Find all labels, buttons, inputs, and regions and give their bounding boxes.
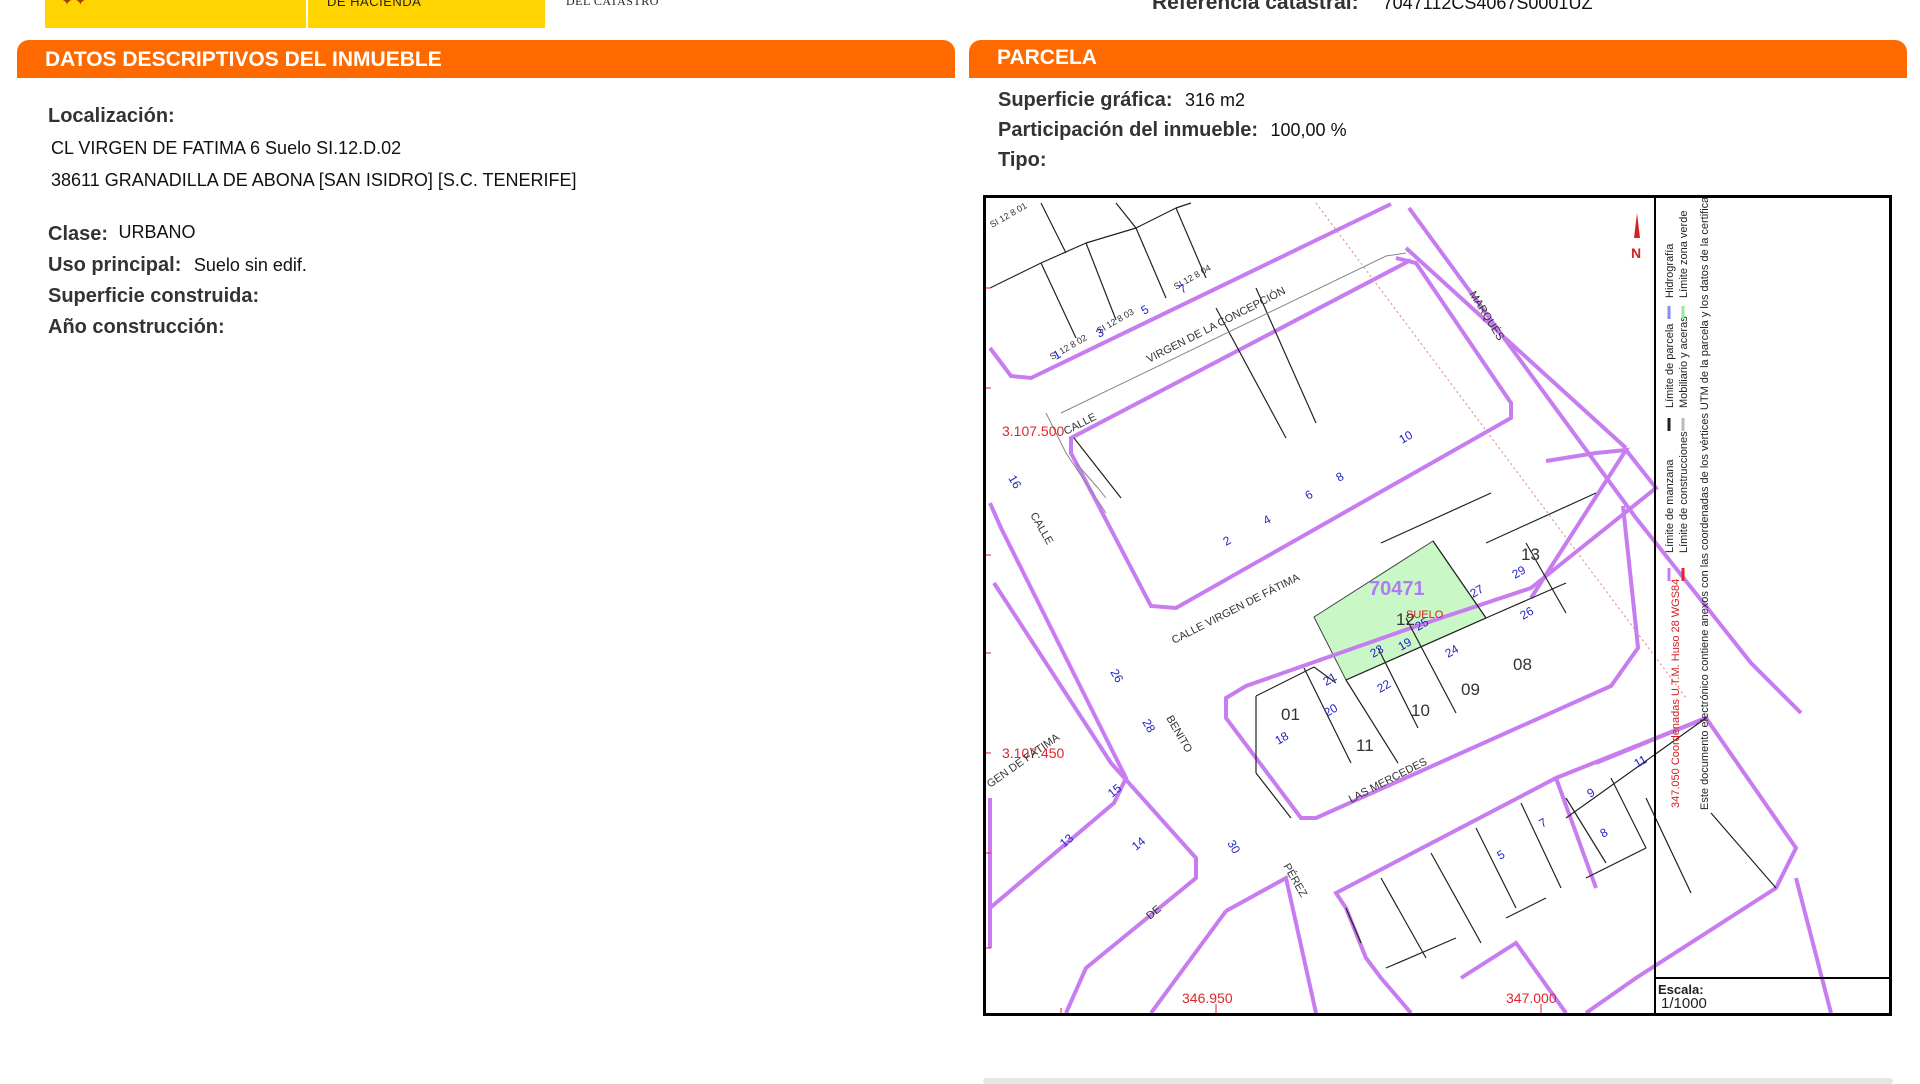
superficie-grafica-value: 316 m2 [1184,90,1246,110]
cadastral-reference: Referencia catastral: 7047112CS4067S0001U… [1152,0,1592,15]
uso-label: Uso principal: [48,254,182,276]
superficie-construida-label: Superficie construida: [48,285,260,307]
uso-value: Suelo sin edif. [193,255,307,275]
logo-divider [306,0,308,28]
participacion-label: Participación del inmueble: [998,119,1259,141]
department-text: DEL CATASTRO [566,0,659,8]
localizacion-line1: CL VIRGEN DE FATIMA 6 Suelo SI.12.D.02 [51,138,402,158]
uso-row: Uso principal: Suelo sin edif. [48,254,307,277]
lot-13: 13 [1521,545,1540,564]
coord-x2: 347.000 [1506,990,1557,1006]
clase-label: Clase: [48,223,109,245]
cadastral-map: 3.107.500 3.107.450 346.950 347.000 7047… [983,195,1892,1016]
lot-09: 09 [1461,680,1480,699]
ministry-text: DE HACIENDA [327,0,422,9]
coord-x1: 346.950 [1182,990,1233,1006]
superficie-grafica-row: Superficie gráfica: 316 m2 [998,89,1245,112]
ref-label: Referencia catastral: [1152,0,1359,14]
legend-hidrografia: Hidrografía [1664,243,1676,298]
legend-parcela: Límite de parcela [1664,323,1676,408]
parcela-lip [974,78,1902,88]
participacion-row: Participación del inmueble: 100,00 % [998,119,1347,142]
parcela-header: PARCELA [969,40,1907,78]
descriptivos-header: DATOS DESCRIPTIVOS DEL INMUEBLE [17,40,955,78]
map-svg: 3.107.500 3.107.450 346.950 347.000 7047… [986,198,1889,1013]
parcel-ref-label: 70471 [1369,578,1425,600]
descriptivos-title: DATOS DESCRIPTIVOS DEL INMUEBLE [45,48,442,71]
ref-value: 7047112CS4067S0001UZ [1382,0,1593,13]
legend-mobiliario: Mobiliario y aceras [1678,316,1690,408]
logo-banner [45,0,545,28]
lot-10: 10 [1411,701,1430,720]
lot-08: 08 [1513,655,1532,674]
localizacion-line2: 38611 GRANADILLA DE ABONA [SAN ISIDRO] [… [51,170,577,190]
clase-row: Clase: URBANO [48,222,196,246]
tipo-label: Tipo: [998,149,1047,171]
clase-value: URBANO [118,222,196,242]
escala-value: 1/1000 [1661,995,1707,1012]
superficie-grafica-label: Superficie gráfica: [998,89,1173,111]
lot-11: 11 [1356,736,1374,755]
participacion-value: 100,00 % [1270,120,1347,140]
lot-01: 01 [1281,705,1300,724]
bottom-panel-edge [983,1078,1893,1084]
svg-text:N: N [1631,245,1641,261]
parcela-title: PARCELA [997,46,1097,69]
legend-zona-verde: Límite zona verde [1678,211,1690,298]
anio-construccion-label: Año construcción: [48,316,225,338]
localizacion-label: Localización: [48,105,175,127]
coord-y1: 3.107.500 [1002,423,1064,439]
legend-construcciones: Límite de construcciones [1678,431,1690,553]
legend-doc-note: Este documento electrónico contiene anex… [1699,198,1711,810]
legend-manzana: Límite de manzana [1664,459,1676,553]
legend-coords-note: 347.050 Coordenadas U.T.M. Huso 28 WGS84 [1670,579,1682,808]
coat-of-arms-icon: ✦ ✦ [62,0,86,8]
descriptivos-lip [22,78,950,88]
